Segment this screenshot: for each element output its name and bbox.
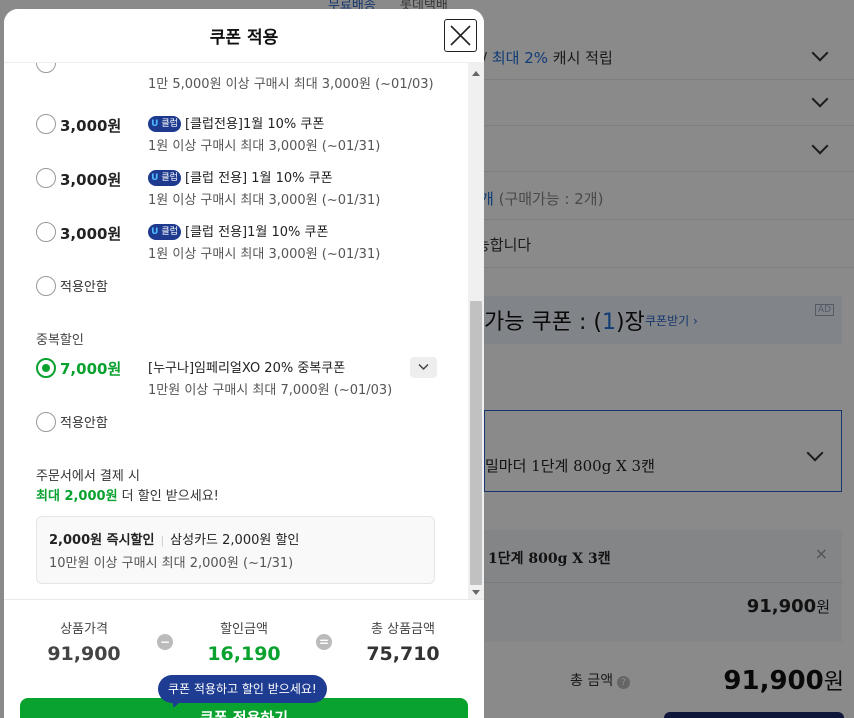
close-button[interactable] — [444, 19, 477, 52]
duplicate-coupon-desc: 1만원 이상 구매시 최대 7,000원 (~01/03) — [148, 383, 393, 398]
coupon-name: U 클럽 [클럽 전용]1월 10% 쿠폰 — [148, 221, 328, 241]
no-apply-radio[interactable] — [36, 276, 56, 296]
badge-u: U — [151, 172, 159, 183]
duplicate-coupon-dropdown[interactable] — [410, 357, 437, 378]
coupon-name: U 클럽 [클럽전용]1월 10% 쿠폰 — [148, 113, 324, 133]
scrollbar-thumb[interactable] — [470, 301, 482, 585]
divider: | — [160, 534, 165, 547]
discount-summary: 할인금액 16,190 — [184, 618, 304, 665]
no-apply-radio[interactable] — [36, 412, 56, 432]
badge-rest: 클럽 — [161, 226, 178, 237]
coupon-radio[interactable] — [36, 168, 56, 188]
coupon-desc: 1만 5,000원 이상 구매시 최대 3,000원 (~01/03) — [148, 77, 434, 92]
card-discount-detail: 삼성카드 2,000원 할인 — [170, 533, 300, 548]
promo-rest: 더 할인 받으세요! — [117, 489, 219, 504]
coupon-list[interactable]: 1만 5,000원 이상 구매시 최대 3,000원 (~01/03) 3,00… — [4, 63, 484, 599]
scroll-up-arrow[interactable] — [472, 71, 480, 76]
coupon-name-text: [클럽 전용]1월 10% 쿠폰 — [185, 225, 329, 240]
product-price-label: 상품가격 — [60, 622, 108, 637]
coupon-amount: 3,000원 — [60, 171, 122, 189]
modal-footer: 상품가격 91,900 − 할인금액 16,190 = 총 상품금액 75,71… — [4, 599, 484, 718]
promo-line-1: 주문서에서 결제 시 — [36, 469, 140, 484]
equals-icon: = — [316, 634, 332, 650]
modal-title: 쿠폰 적용 — [209, 28, 279, 48]
discount-label: 할인금액 — [220, 622, 268, 637]
coupon-name-text: [클럽전용]1월 10% 쿠폰 — [185, 117, 325, 132]
coupon-modal: 쿠폰 적용 1만 5,000원 이상 구매시 최대 3,000원 (~01/03… — [4, 9, 484, 718]
card-discount-title: 2,000원 즉시할인 — [49, 533, 155, 548]
modal-header: 쿠폰 적용 — [4, 9, 484, 63]
coupon-amount: 3,000원 — [60, 117, 122, 135]
duplicate-discount-label: 중복할인 — [36, 333, 84, 348]
scroll-down-arrow[interactable] — [472, 590, 480, 595]
coupon-radio[interactable] — [36, 114, 56, 134]
total-price-label: 총 상품금액 — [371, 622, 435, 637]
apply-tooltip: 쿠폰 적용하고 할인 받으세요! — [158, 675, 327, 703]
scrollbar[interactable] — [468, 63, 484, 599]
badge-u: U — [151, 118, 159, 129]
no-apply-label: 적용안함 — [60, 280, 108, 295]
duplicate-coupon-radio[interactable] — [36, 358, 56, 378]
total-price-value: 75,710 — [366, 643, 440, 665]
close-icon — [450, 25, 471, 46]
duplicate-coupon-amount: 7,000원 — [60, 360, 122, 378]
promo-line-2: 최대 2,000원 더 할인 받으세요! — [36, 485, 219, 504]
badge-rest: 클럽 — [161, 172, 178, 183]
minus-icon: − — [157, 634, 173, 650]
product-price-summary: 상품가격 91,900 — [24, 618, 144, 665]
discount-value: 16,190 — [207, 643, 281, 665]
duplicate-coupon-name: [누구나]임페리얼XO 20% 중복쿠폰 — [148, 361, 346, 376]
club-badge: U 클럽 — [148, 115, 181, 132]
badge-rest: 클럽 — [161, 118, 178, 129]
coupon-name-text: [클럽 전용] 1월 10% 쿠폰 — [185, 171, 333, 186]
coupon-name: U 클럽 [클럽 전용] 1월 10% 쿠폰 — [148, 167, 333, 187]
club-badge: U 클럽 — [148, 169, 181, 186]
badge-u: U — [151, 226, 159, 237]
coupon-desc: 1원 이상 구매시 최대 3,000원 (~01/31) — [148, 247, 381, 262]
promo-highlight: 최대 2,000원 — [36, 489, 118, 504]
coupon-desc: 1원 이상 구매시 최대 3,000원 (~01/31) — [148, 193, 381, 208]
card-discount-condition: 10만원 이상 구매시 최대 2,000원 (~1/31) — [49, 556, 294, 571]
coupon-radio[interactable] — [36, 63, 56, 73]
card-discount-box: 2,000원 즉시할인 | 삼성카드 2,000원 할인 10만원 이상 구매시 최… — [36, 516, 435, 584]
coupon-radio[interactable] — [36, 222, 56, 242]
coupon-desc: 1원 이상 구매시 최대 3,000원 (~01/31) — [148, 139, 381, 154]
coupon-amount: 3,000원 — [60, 225, 122, 243]
chevron-down-icon — [418, 363, 429, 371]
total-summary: 총 상품금액 75,710 — [343, 618, 463, 665]
club-badge: U 클럽 — [148, 223, 181, 240]
product-price-value: 91,900 — [47, 643, 121, 665]
no-apply-label: 적용안함 — [60, 416, 108, 431]
